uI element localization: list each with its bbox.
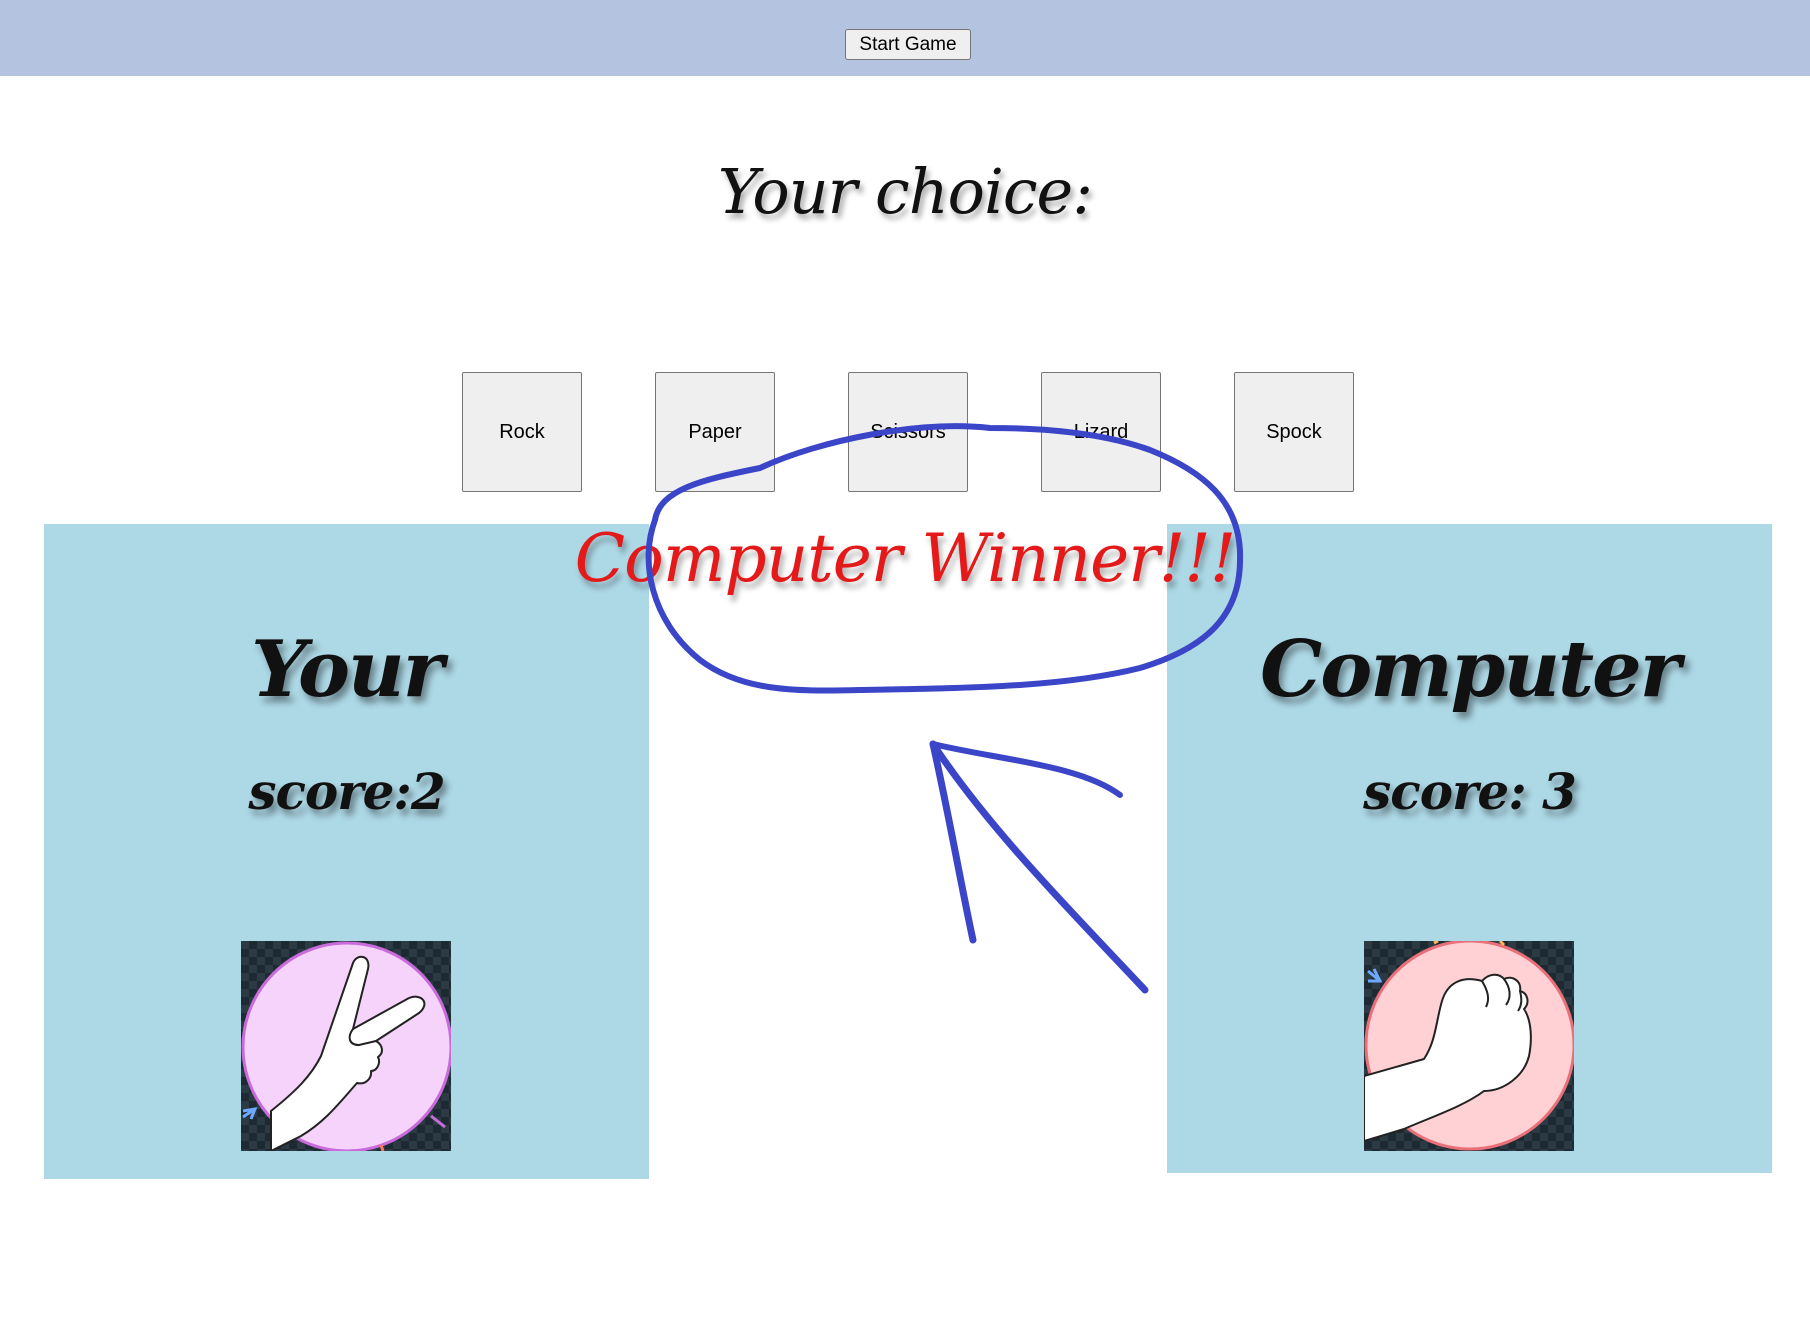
annotation-arrow-left-stroke: [929, 740, 977, 944]
player-panel: Your score:2: [44, 524, 649, 1179]
computer-panel: Computer score: 3: [1167, 524, 1772, 1173]
choice-title: Your choice:: [717, 155, 1093, 228]
top-bar: Start Game: [0, 0, 1810, 76]
computer-title: Computer: [1260, 624, 1681, 715]
spock-button[interactable]: Spock: [1234, 372, 1354, 492]
rock-button[interactable]: Rock: [462, 372, 582, 492]
scissors-button[interactable]: Scissors: [848, 372, 968, 492]
annotation-arrow-head: [930, 741, 1123, 798]
rock-hand-icon: [1364, 941, 1574, 1151]
player-title: Your: [251, 624, 444, 715]
start-game-button[interactable]: Start Game: [845, 29, 971, 60]
game-page: Start Game Your choice: Rock Paper Sciss…: [0, 0, 1810, 1339]
paper-button[interactable]: Paper: [655, 372, 775, 492]
annotation-arrow-shaft: [929, 740, 1149, 994]
computer-score: score: 3: [1363, 762, 1577, 821]
player-score: score:2: [248, 762, 445, 821]
lizard-button[interactable]: Lizard: [1041, 372, 1161, 492]
scissors-hand-icon: [241, 941, 451, 1151]
